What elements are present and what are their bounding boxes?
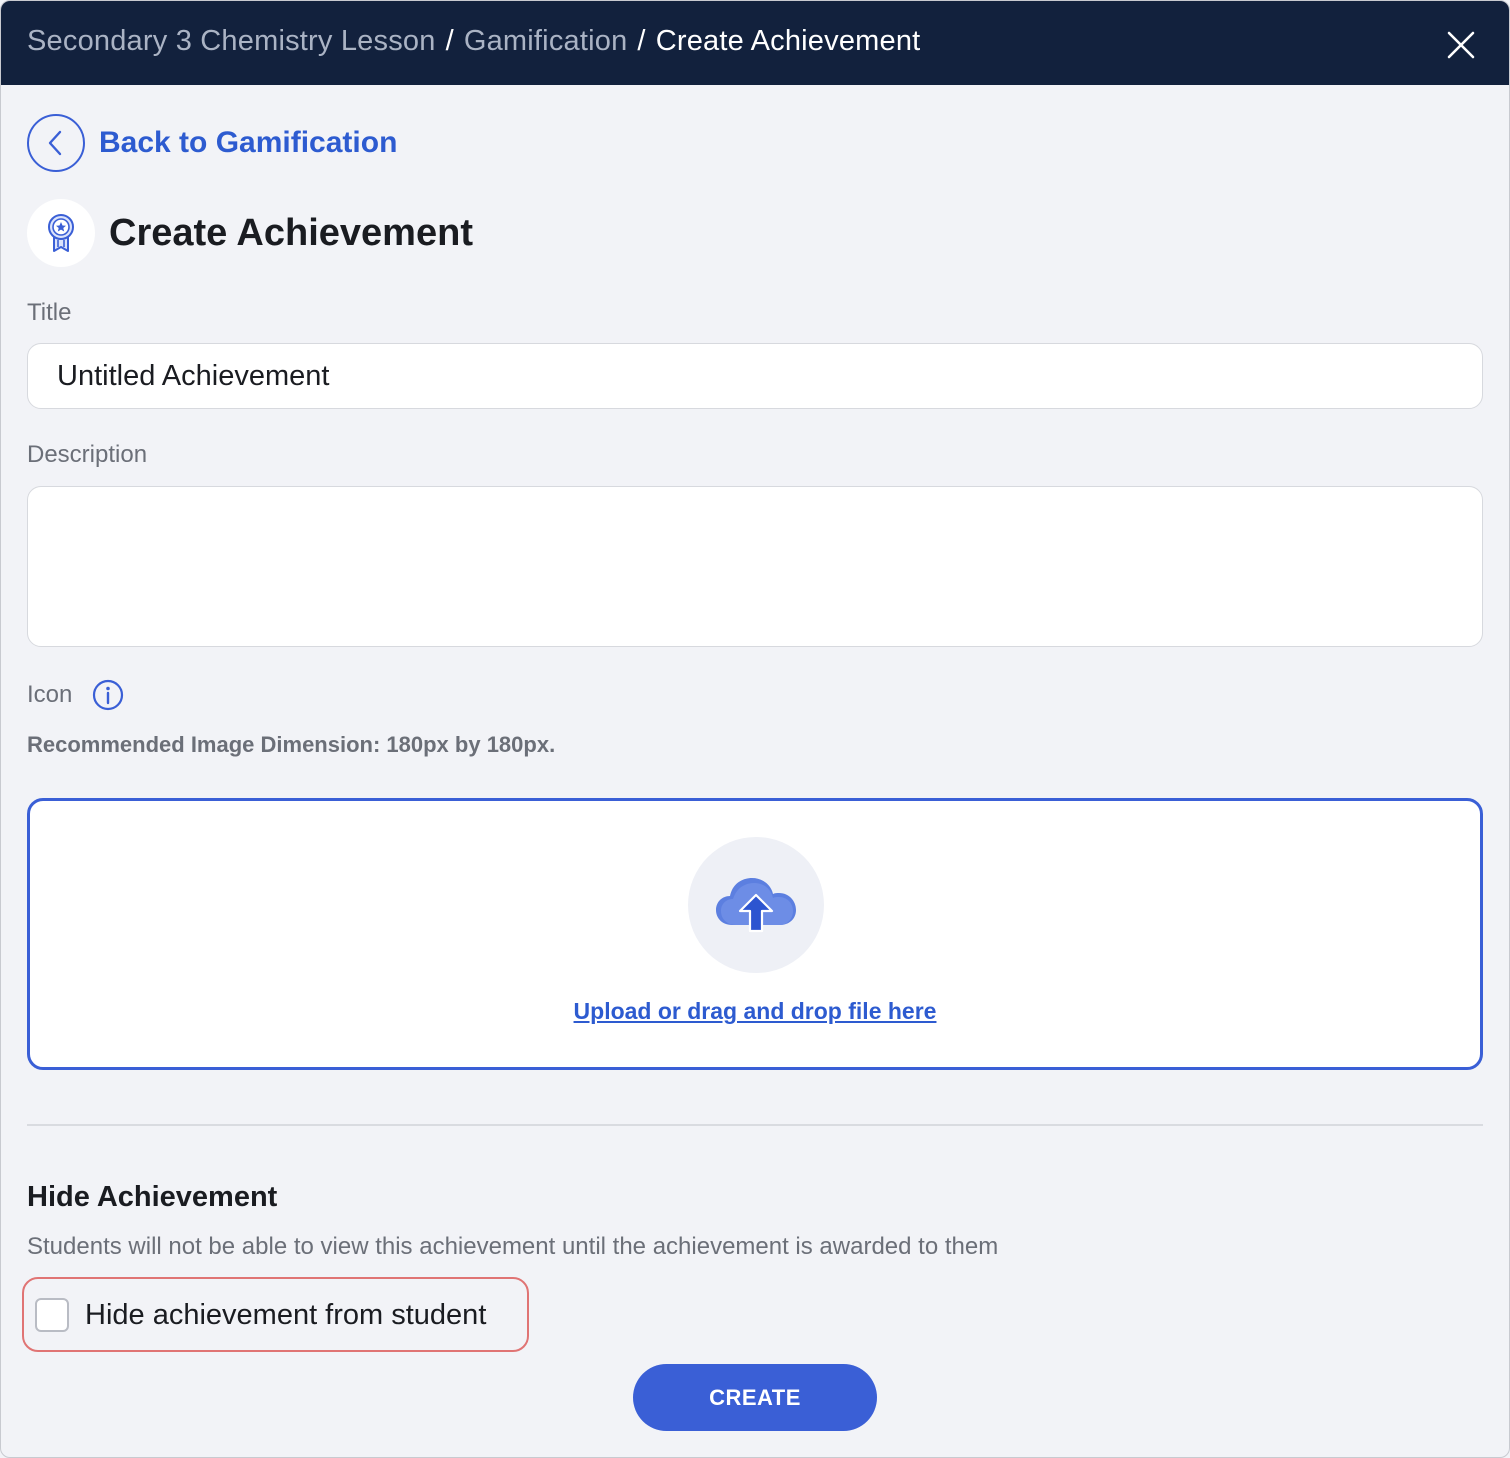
breadcrumb-separator: / <box>445 25 454 57</box>
title-input[interactable] <box>28 344 1482 408</box>
close-icon <box>1447 31 1475 59</box>
breadcrumb-item-lesson[interactable]: Secondary 3 Chemistry Lesson <box>27 25 436 57</box>
description-label: Description <box>27 441 148 468</box>
achievement-badge-icon <box>48 214 74 252</box>
description-field-container <box>27 486 1483 647</box>
dialog-header: Secondary 3 Chemistry Lesson / Gamificatio… <box>1 1 1509 85</box>
create-achievement-dialog: Secondary 3 Chemistry Lesson / Gamificatio… <box>0 0 1510 1458</box>
back-to-gamification-link[interactable]: Back to Gamification <box>27 114 397 172</box>
back-button[interactable] <box>27 114 85 172</box>
breadcrumb-separator: / <box>637 25 646 57</box>
page-title: Create Achievement <box>109 211 473 254</box>
chevron-left-icon <box>48 130 62 156</box>
hide-achievement-checkbox[interactable] <box>35 1298 69 1332</box>
breadcrumb-item-current: Create Achievement <box>655 25 921 57</box>
upload-icon-circle <box>688 837 824 973</box>
file-dropzone[interactable]: Upload or drag and drop file here <box>27 798 1483 1070</box>
achievement-badge <box>27 199 95 267</box>
description-input[interactable] <box>28 487 1482 646</box>
dimension-note: Recommended Image Dimension: 180px by 18… <box>27 732 556 757</box>
title-label: Title <box>27 299 72 326</box>
breadcrumb: Secondary 3 Chemistry Lesson / Gamificatio… <box>27 25 920 58</box>
breadcrumb-item-gamification[interactable]: Gamification <box>464 25 628 57</box>
hide-achievement-checkbox-label[interactable]: Hide achievement from student <box>85 1299 486 1332</box>
section-divider <box>27 1124 1483 1126</box>
icon-label: Icon <box>27 681 73 708</box>
hide-achievement-option: Hide achievement from student <box>22 1277 529 1352</box>
hide-achievement-description: Students will not be able to view this a… <box>27 1233 999 1260</box>
back-label[interactable]: Back to Gamification <box>99 126 397 160</box>
close-button[interactable] <box>1441 25 1481 65</box>
info-icon[interactable] <box>92 679 124 711</box>
upload-link[interactable]: Upload or drag and drop file here <box>30 998 1480 1025</box>
icon-label-row: Icon <box>27 677 124 713</box>
page-heading: Create Achievement <box>27 199 473 267</box>
hide-achievement-title: Hide Achievement <box>27 1181 278 1213</box>
create-button[interactable]: CREATE <box>633 1364 877 1431</box>
title-field-container <box>27 343 1483 409</box>
cloud-upload-icon <box>716 878 796 933</box>
